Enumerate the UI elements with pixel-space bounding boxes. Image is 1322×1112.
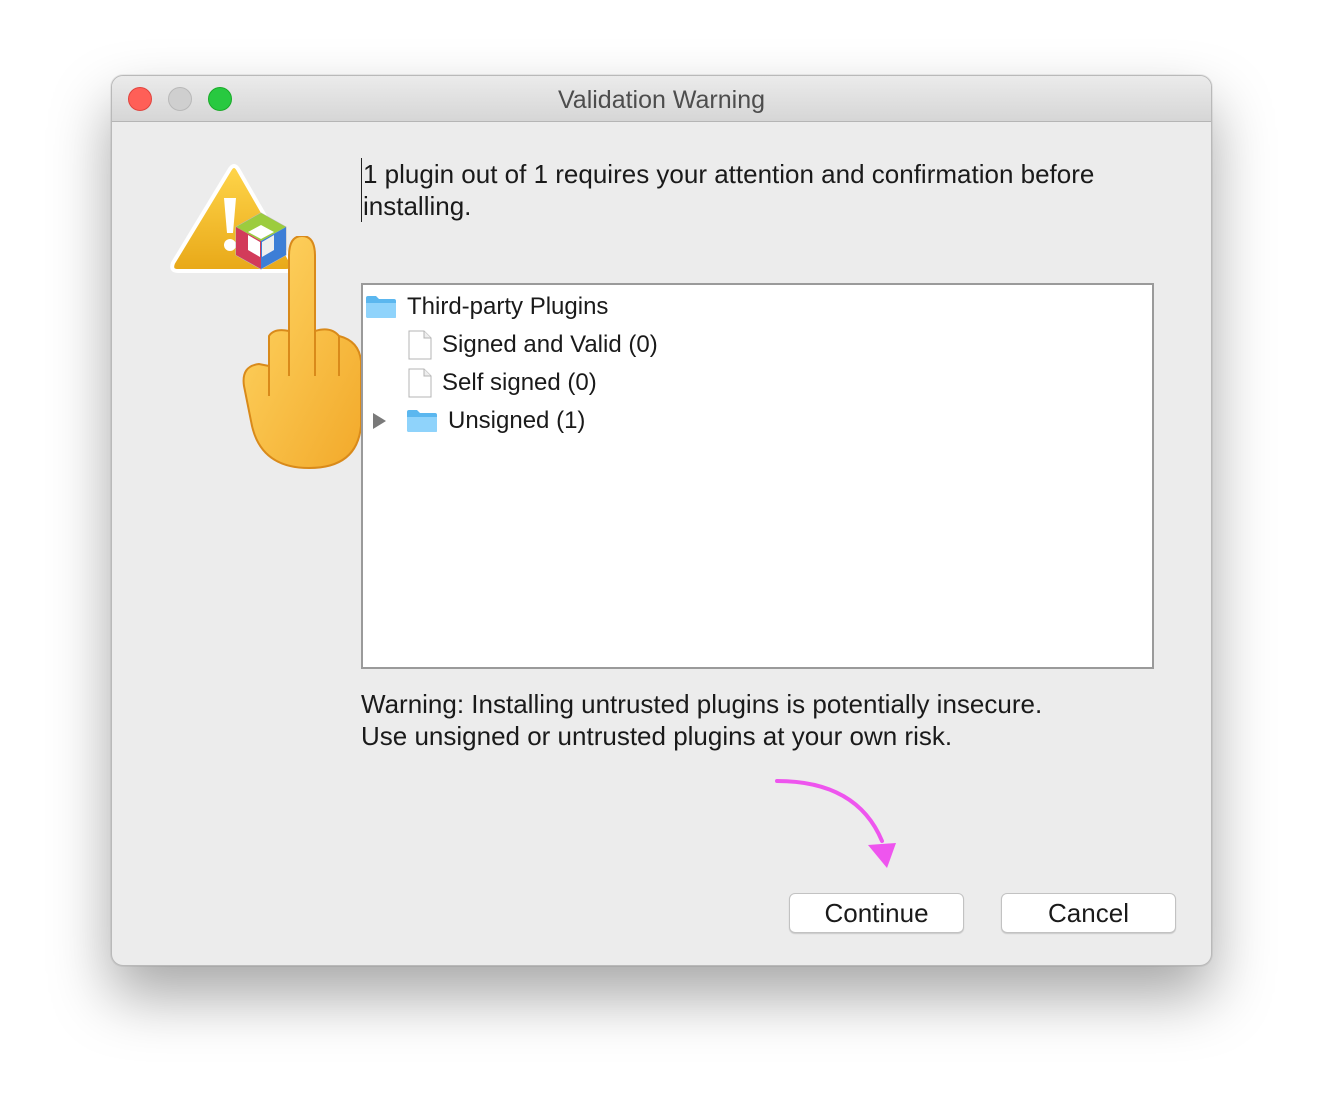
tree-node-unsigned[interactable]: Unsigned (1) (373, 404, 585, 438)
expand-triangle-icon[interactable] (373, 413, 386, 429)
tree-node-label: Signed and Valid (0) (442, 331, 658, 358)
tree-node-signed-and-valid[interactable]: Signed and Valid (0) (408, 328, 658, 362)
file-icon (408, 330, 432, 360)
risk-warning: Warning: Installing untrusted plugins is… (361, 688, 1181, 752)
risk-warning-line-1: Warning: Installing untrusted plugins is… (361, 689, 1043, 719)
tree-node-label: Third-party Plugins (407, 293, 609, 320)
tree-node-label: Unsigned (1) (448, 407, 586, 434)
tree-node-label: Self signed (0) (442, 369, 597, 396)
plugin-tree[interactable]: Third-party Plugins Signed and Valid (0)… (361, 283, 1154, 669)
folder-icon (366, 296, 396, 318)
pointing-hand-icon (242, 236, 362, 470)
screenshot-stage: Validation Warning 1 plugin out of 1 req… (0, 0, 1322, 1112)
validation-warning-dialog: Validation Warning 1 plugin out of 1 req… (111, 75, 1212, 966)
title-bar: Validation Warning (112, 76, 1211, 122)
cancel-button[interactable]: Cancel (1001, 893, 1176, 933)
tree-node-third-party-plugins[interactable]: Third-party Plugins (365, 290, 608, 324)
window-title: Validation Warning (557, 86, 766, 114)
tree-node-self-signed[interactable]: Self signed (0) (408, 366, 597, 400)
folder-icon (407, 410, 437, 432)
annotation-arrow-icon (775, 779, 896, 868)
risk-warning-line-2: Use unsigned or untrusted plugins at you… (361, 721, 953, 751)
continue-button[interactable]: Continue (789, 893, 964, 933)
file-icon (408, 368, 432, 398)
attention-message: 1 plugin out of 1 requires your attentio… (361, 158, 1163, 222)
